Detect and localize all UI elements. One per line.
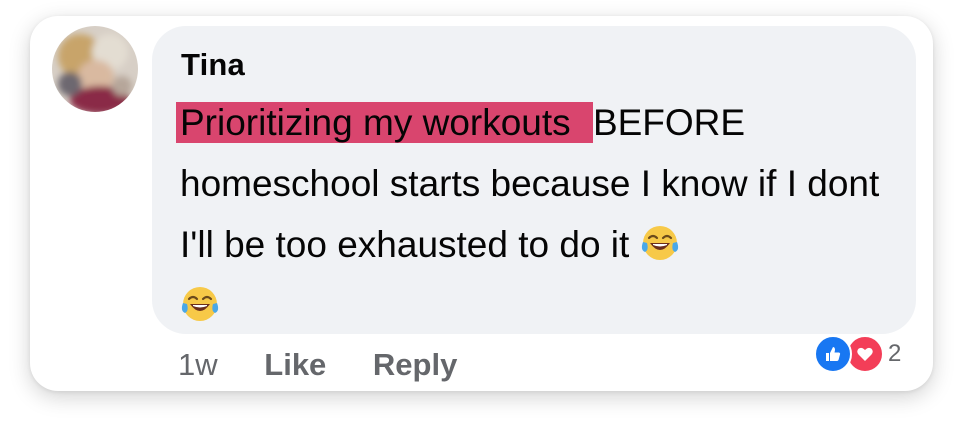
reaction-count: 2 bbox=[888, 340, 902, 367]
laughing-tears-emoji bbox=[640, 220, 680, 260]
avatar-image bbox=[52, 26, 138, 112]
reaction-summary[interactable]: 2 bbox=[814, 334, 901, 374]
reply-button[interactable]: Reply bbox=[373, 347, 457, 383]
comment-body: Prioritizing my workouts BEFORE homescho… bbox=[176, 92, 900, 336]
comment-timestamp[interactable]: 1w bbox=[178, 347, 218, 383]
highlighted-text: Prioritizing my workouts bbox=[176, 102, 593, 143]
avatar[interactable] bbox=[52, 26, 138, 112]
laughing-tears-emoji bbox=[180, 281, 220, 321]
comment-author[interactable]: Tina bbox=[181, 47, 245, 83]
comment-actions: 1w Like Reply bbox=[178, 345, 495, 383]
like-button[interactable]: Like bbox=[264, 347, 326, 383]
like-icon bbox=[814, 335, 852, 373]
